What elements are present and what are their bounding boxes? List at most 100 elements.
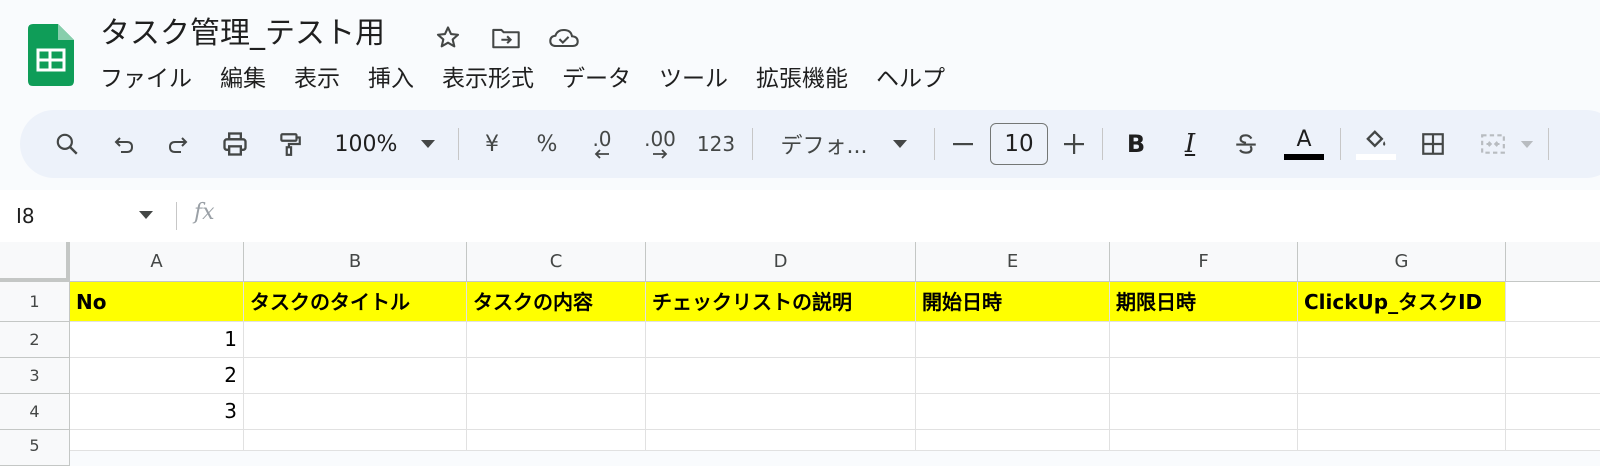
document-title[interactable]: タスク管理_テスト用 (100, 14, 385, 54)
strikethrough-icon[interactable] (1228, 110, 1264, 178)
font-chevron-down-icon[interactable] (886, 110, 914, 178)
menu-edit[interactable]: 編集 (206, 62, 280, 96)
cell-d5[interactable] (646, 430, 916, 451)
cell-b1[interactable]: タスクのタイトル (244, 282, 467, 322)
cell-g3[interactable] (1298, 358, 1506, 394)
cell-b2[interactable] (244, 322, 467, 358)
decrease-decimal-button[interactable]: .0 (582, 110, 622, 178)
column-header-g[interactable]: G (1298, 242, 1506, 282)
column-header-a[interactable]: A (70, 242, 244, 282)
cell-c5[interactable] (467, 430, 646, 451)
borders-icon[interactable] (1414, 110, 1452, 178)
cell-h2[interactable] (1506, 322, 1600, 358)
merge-chevron-down-icon[interactable] (1514, 110, 1540, 178)
cell-e4[interactable] (916, 394, 1110, 430)
font-size-input[interactable]: 10 (990, 123, 1048, 165)
cell-b5[interactable] (244, 430, 467, 451)
cell-h5[interactable] (1506, 430, 1600, 451)
menu-data[interactable]: データ (548, 62, 645, 96)
cell-h1[interactable] (1506, 282, 1600, 322)
formula-input[interactable] (240, 200, 1580, 232)
column-header-e[interactable]: E (916, 242, 1110, 282)
menu-file[interactable]: ファイル (100, 62, 206, 96)
menu-format[interactable]: 表示形式 (428, 62, 548, 96)
cell-e2[interactable] (916, 322, 1110, 358)
name-box[interactable]: I8 (16, 200, 35, 232)
cell-f2[interactable] (1110, 322, 1298, 358)
column-header-f[interactable]: F (1110, 242, 1298, 282)
text-color-button[interactable]: A (1282, 110, 1326, 178)
cell-h4[interactable] (1506, 394, 1600, 430)
undo-icon[interactable] (104, 110, 144, 178)
column-header-c[interactable]: C (467, 242, 646, 282)
cell-a5[interactable] (70, 430, 244, 451)
spreadsheet-grid: A B C D E F G 1 2 3 4 5 No タスクのタイトル タスクの… (0, 242, 1600, 466)
row-header-1[interactable]: 1 (0, 282, 70, 322)
cell-d4[interactable] (646, 394, 916, 430)
more-formats-button[interactable]: 123 (694, 110, 738, 178)
cell-c2[interactable] (467, 322, 646, 358)
column-header-b[interactable]: B (244, 242, 467, 282)
fill-color-swatch (1356, 154, 1396, 160)
increase-font-size-icon[interactable] (1058, 110, 1090, 178)
row-header-2[interactable]: 2 (0, 322, 70, 358)
select-all-corner[interactable] (0, 242, 70, 282)
name-box-chevron-down-icon[interactable] (138, 210, 154, 220)
cell-c4[interactable] (467, 394, 646, 430)
font-select[interactable]: デフォ... (772, 110, 876, 178)
cell-h3[interactable] (1506, 358, 1600, 394)
print-icon[interactable] (214, 110, 256, 178)
zoom-select[interactable]: 100% (326, 110, 406, 178)
increase-decimal-button[interactable]: .00 (638, 110, 682, 178)
cell-c3[interactable] (467, 358, 646, 394)
cell-b3[interactable] (244, 358, 467, 394)
text-color-swatch (1284, 154, 1324, 160)
cell-d3[interactable] (646, 358, 916, 394)
cell-e1[interactable]: 開始日時 (916, 282, 1110, 322)
cell-c1[interactable]: タスクの内容 (467, 282, 646, 322)
menu-help[interactable]: ヘルプ (862, 62, 959, 96)
cell-f4[interactable] (1110, 394, 1298, 430)
menu-view[interactable]: 表示 (280, 62, 354, 96)
cell-a3[interactable]: 2 (70, 358, 244, 394)
cell-f3[interactable] (1110, 358, 1298, 394)
cell-g5[interactable] (1298, 430, 1506, 451)
bold-button[interactable]: B (1118, 110, 1154, 178)
search-icon[interactable] (44, 110, 90, 178)
cell-d2[interactable] (646, 322, 916, 358)
cell-f1[interactable]: 期限日時 (1110, 282, 1298, 322)
move-to-folder-icon[interactable] (486, 20, 526, 56)
cell-e3[interactable] (916, 358, 1110, 394)
decrease-font-size-icon[interactable] (946, 110, 980, 178)
cell-e5[interactable] (916, 430, 1110, 451)
italic-button[interactable]: I (1172, 110, 1208, 178)
redo-icon[interactable] (158, 110, 198, 178)
cell-a2[interactable]: 1 (70, 322, 244, 358)
menu-insert[interactable]: 挿入 (354, 62, 428, 96)
percent-format-button[interactable]: % (528, 110, 566, 178)
column-header-h[interactable] (1506, 242, 1600, 282)
cell-d1[interactable]: チェックリストの説明 (646, 282, 916, 322)
menu-tools[interactable]: ツール (645, 62, 742, 96)
currency-format-button[interactable]: ¥ (474, 110, 510, 178)
zoom-chevron-down-icon[interactable] (414, 110, 442, 178)
star-icon[interactable] (428, 20, 468, 56)
text-color-letter: A (1296, 127, 1312, 152)
menu-extensions[interactable]: 拡張機能 (742, 62, 862, 96)
cell-b4[interactable] (244, 394, 467, 430)
fill-color-button[interactable] (1354, 110, 1398, 178)
row-header-3[interactable]: 3 (0, 358, 70, 394)
cell-a1[interactable]: No (70, 282, 244, 322)
row-header-4[interactable]: 4 (0, 394, 70, 430)
paint-format-icon[interactable] (270, 110, 310, 178)
sheets-logo-icon[interactable] (28, 24, 74, 86)
cell-g1[interactable]: ClickUp_タスクID (1298, 282, 1506, 322)
merge-cells-icon[interactable] (1474, 110, 1512, 178)
cell-a4[interactable]: 3 (70, 394, 244, 430)
row-header-5[interactable]: 5 (0, 430, 70, 466)
cell-f5[interactable] (1110, 430, 1298, 451)
cell-g4[interactable] (1298, 394, 1506, 430)
column-header-d[interactable]: D (646, 242, 916, 282)
cell-g2[interactable] (1298, 322, 1506, 358)
cloud-saved-icon[interactable] (544, 20, 584, 56)
